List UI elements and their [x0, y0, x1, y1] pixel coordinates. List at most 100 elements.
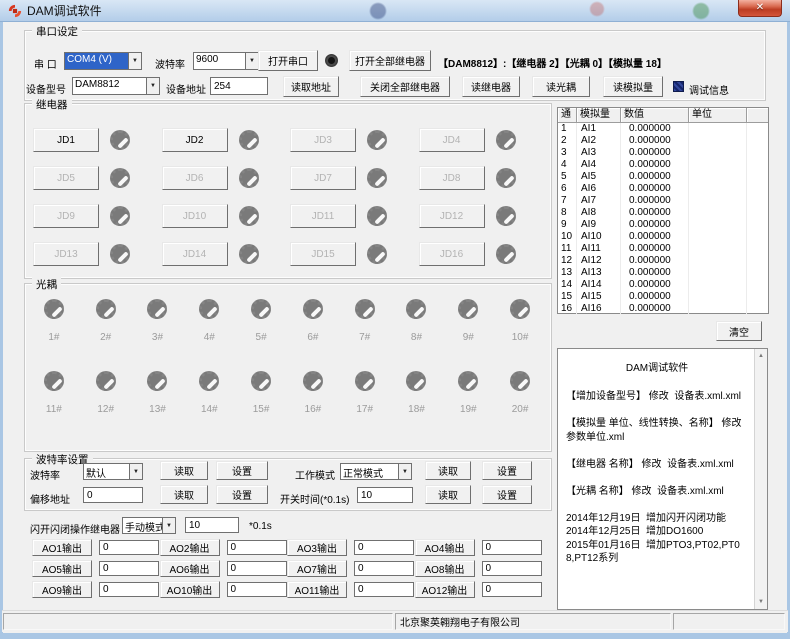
relay-button[interactable]: JD15: [290, 242, 356, 266]
relay-button[interactable]: JD12: [419, 204, 485, 228]
relay-button[interactable]: JD3: [290, 128, 356, 152]
chevron-down-icon[interactable]: ▼: [129, 464, 142, 479]
table-row[interactable]: 4 AI4 0.000000: [558, 159, 768, 171]
table-row[interactable]: 10 AI10 0.000000: [558, 231, 768, 243]
baud-read-button[interactable]: 读取: [160, 461, 208, 480]
open-port-button[interactable]: 打开串口: [258, 50, 318, 71]
port-combo[interactable]: COM4 (V) ▼: [64, 52, 142, 70]
read-analog-button[interactable]: 读模拟量: [603, 76, 663, 97]
relay-button[interactable]: JD5: [33, 166, 99, 190]
ao-output-button[interactable]: AO11输出: [287, 581, 347, 598]
debug-info-icon[interactable]: [673, 81, 684, 92]
relay-button[interactable]: JD7: [290, 166, 356, 190]
ao-output-input[interactable]: [99, 540, 159, 555]
chevron-down-icon[interactable]: ▼: [162, 518, 175, 533]
relay-button[interactable]: JD8: [419, 166, 485, 190]
col-analog[interactable]: 模拟量: [577, 108, 621, 123]
scroll-down-icon[interactable]: ▼: [755, 596, 767, 608]
relay-button[interactable]: JD4: [419, 128, 485, 152]
ao-output-button[interactable]: AO7输出: [287, 560, 347, 577]
read-address-button[interactable]: 读取地址: [283, 76, 339, 97]
ao-output-button[interactable]: AO10输出: [160, 581, 220, 598]
relay-button[interactable]: JD2: [162, 128, 228, 152]
ao-output-button[interactable]: AO6输出: [160, 560, 220, 577]
workmode-set-button[interactable]: 设置: [482, 461, 532, 480]
offset-address-input[interactable]: [83, 487, 143, 503]
scroll-up-icon[interactable]: ▲: [755, 350, 767, 362]
port-status-indicator[interactable]: [325, 54, 338, 67]
ao-output-input[interactable]: [482, 582, 542, 597]
ao-output-input[interactable]: [354, 540, 414, 555]
ao-output-button[interactable]: AO4输出: [415, 539, 475, 556]
offset-read-button[interactable]: 读取: [160, 485, 208, 504]
read-opto-button[interactable]: 读光耦: [532, 76, 590, 97]
table-row[interactable]: 9 AI9 0.000000: [558, 219, 768, 231]
ao-output-input[interactable]: [99, 561, 159, 576]
flash-time-input[interactable]: [185, 517, 239, 533]
chevron-down-icon[interactable]: ▼: [128, 53, 141, 69]
baud-combo[interactable]: 9600 ▼: [193, 52, 259, 70]
ao-output-input[interactable]: [482, 540, 542, 555]
table-row[interactable]: 15 AI15 0.000000: [558, 291, 768, 303]
device-address-input[interactable]: [210, 77, 268, 95]
log-content[interactable]: DAM调试软件 【增加设备型号】 修改 设备表.xml.xml 【模拟量 单位、…: [558, 349, 754, 609]
chevron-down-icon[interactable]: ▼: [245, 53, 258, 69]
relay-button[interactable]: JD6: [162, 166, 228, 190]
switchtime-set-button[interactable]: 设置: [482, 485, 532, 504]
chevron-down-icon[interactable]: ▼: [398, 464, 411, 479]
table-row[interactable]: 14 AI14 0.000000: [558, 279, 768, 291]
ao-output-button[interactable]: AO12输出: [415, 581, 475, 598]
work-mode-combo[interactable]: 正常模式 ▼: [340, 463, 412, 480]
table-row[interactable]: 1 AI1 0.000000: [558, 123, 768, 135]
ao-output-button[interactable]: AO2输出: [160, 539, 220, 556]
ao-output-input[interactable]: [482, 561, 542, 576]
table-row[interactable]: 5 AI5 0.000000: [558, 171, 768, 183]
table-row[interactable]: 16 AI16 0.000000: [558, 303, 768, 314]
titlebar[interactable]: DAM调试软件 ✕: [0, 0, 790, 22]
relay-button[interactable]: JD10: [162, 204, 228, 228]
chevron-down-icon[interactable]: ▼: [146, 78, 159, 94]
ao-output-input[interactable]: [227, 561, 287, 576]
relay-button[interactable]: JD13: [33, 242, 99, 266]
table-row[interactable]: 2 AI2 0.000000: [558, 135, 768, 147]
ao-output-input[interactable]: [227, 540, 287, 555]
workmode-read-button[interactable]: 读取: [425, 461, 471, 480]
ao-output-button[interactable]: AO8输出: [415, 560, 475, 577]
table-row[interactable]: 3 AI3 0.000000: [558, 147, 768, 159]
col-value[interactable]: 数值: [621, 108, 689, 123]
offset-set-button[interactable]: 设置: [216, 485, 268, 504]
read-relay-button[interactable]: 读继电器: [462, 76, 520, 97]
table-row[interactable]: 11 AI11 0.000000: [558, 243, 768, 255]
ao-output-input[interactable]: [354, 582, 414, 597]
ao-output-input[interactable]: [227, 582, 287, 597]
ao-output-button[interactable]: AO1输出: [32, 539, 92, 556]
table-row[interactable]: 6 AI6 0.000000: [558, 183, 768, 195]
close-button[interactable]: ✕: [738, 0, 782, 17]
relay-button[interactable]: JD1: [33, 128, 99, 152]
relay-button[interactable]: JD9: [33, 204, 99, 228]
device-model-combo[interactable]: DAM8812 ▼: [72, 77, 160, 95]
relay-button[interactable]: JD11: [290, 204, 356, 228]
vertical-scrollbar[interactable]: ▲ ▼: [754, 349, 767, 609]
close-all-relays-button[interactable]: 关闭全部继电器: [360, 76, 450, 97]
switch-time-input[interactable]: [357, 487, 413, 503]
col-channel[interactable]: 通: [558, 108, 577, 123]
relay-button[interactable]: JD16: [419, 242, 485, 266]
switchtime-read-button[interactable]: 读取: [425, 485, 471, 504]
baud-set-button[interactable]: 设置: [216, 461, 268, 480]
flash-mode-combo[interactable]: 手动模式 ▼: [122, 517, 176, 534]
relay-button[interactable]: JD14: [162, 242, 228, 266]
table-row[interactable]: 8 AI8 0.000000: [558, 207, 768, 219]
table-row[interactable]: 12 AI12 0.000000: [558, 255, 768, 267]
table-row[interactable]: 7 AI7 0.000000: [558, 195, 768, 207]
open-all-relays-button[interactable]: 打开全部继电器: [349, 50, 431, 71]
ao-output-button[interactable]: AO5输出: [32, 560, 92, 577]
col-unit[interactable]: 单位: [689, 108, 747, 123]
ao-output-button[interactable]: AO9输出: [32, 581, 92, 598]
ao-output-button[interactable]: AO3输出: [287, 539, 347, 556]
clear-button[interactable]: 清空: [716, 321, 762, 341]
table-row[interactable]: 13 AI13 0.000000: [558, 267, 768, 279]
ao-output-input[interactable]: [354, 561, 414, 576]
ao-output-input[interactable]: [99, 582, 159, 597]
baud-default-combo[interactable]: 默认 ▼: [83, 463, 143, 480]
